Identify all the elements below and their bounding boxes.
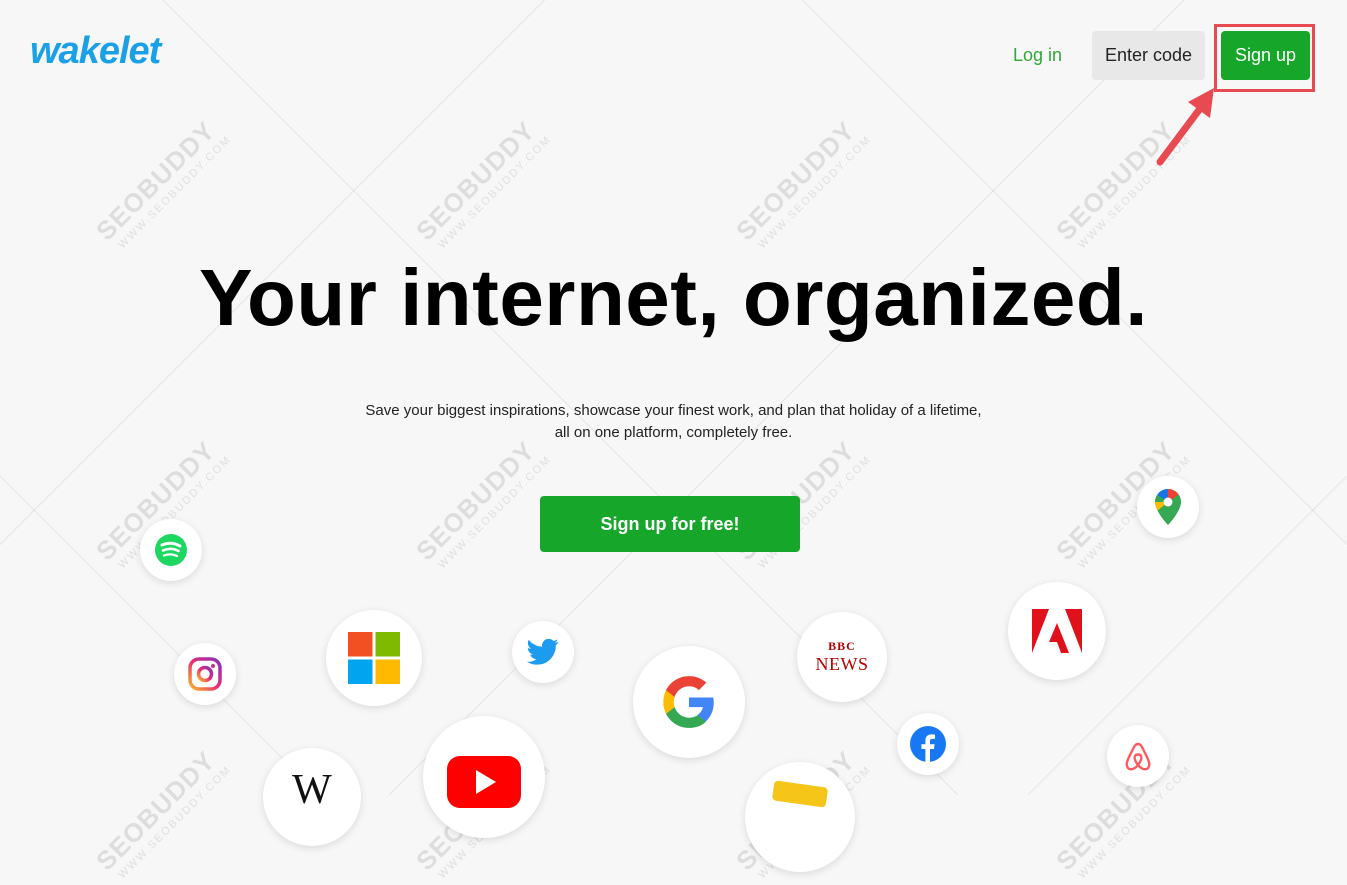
hero-subline-line-1: Save your biggest inspirations, showcase… [365, 402, 982, 419]
hero-subline-line-2: all on one platform, completely free. [554, 424, 793, 441]
watermark: SEOBUDDYWWW.SEOBUDDY.COM [410, 435, 554, 572]
google-maps-icon [1137, 476, 1199, 538]
adobe-icon [1008, 582, 1106, 680]
hero-subline: Save your biggest inspirations, showcase… [0, 400, 1347, 444]
facebook-icon [897, 713, 959, 775]
wakelet-logo[interactable]: wakelet [30, 30, 161, 73]
microsoft-icon [326, 610, 422, 706]
hero-headline: Your internet, organized. [199, 253, 1148, 342]
bbc-label: BBC [828, 639, 856, 653]
bbc-news-icon: BBC NEWS [797, 612, 887, 702]
spotify-icon [140, 519, 202, 581]
wikipedia-letter: W [292, 767, 332, 813]
partial-logo-icon [745, 762, 855, 872]
login-link[interactable]: Log in [1013, 45, 1062, 66]
google-icon [633, 646, 745, 758]
watermark: SEOBUDDYWWW.SEOBUDDY.COM [410, 115, 554, 252]
wikipedia-icon: W [263, 748, 361, 846]
instagram-icon [174, 643, 236, 705]
enter-code-button[interactable]: Enter code [1092, 31, 1205, 80]
watermark: SEOBUDDYWWW.SEOBUDDY.COM [90, 745, 234, 882]
pointer-arrow-icon [1156, 88, 1214, 166]
watermark: SEOBUDDYWWW.SEOBUDDY.COM [90, 115, 234, 252]
signup-free-button[interactable]: Sign up for free! [540, 496, 800, 552]
youtube-icon [423, 716, 545, 838]
airbnb-icon [1107, 725, 1169, 787]
news-label: NEWS [815, 654, 869, 674]
watermark: SEOBUDDYWWW.SEOBUDDY.COM [730, 115, 874, 252]
twitter-icon [512, 621, 574, 683]
